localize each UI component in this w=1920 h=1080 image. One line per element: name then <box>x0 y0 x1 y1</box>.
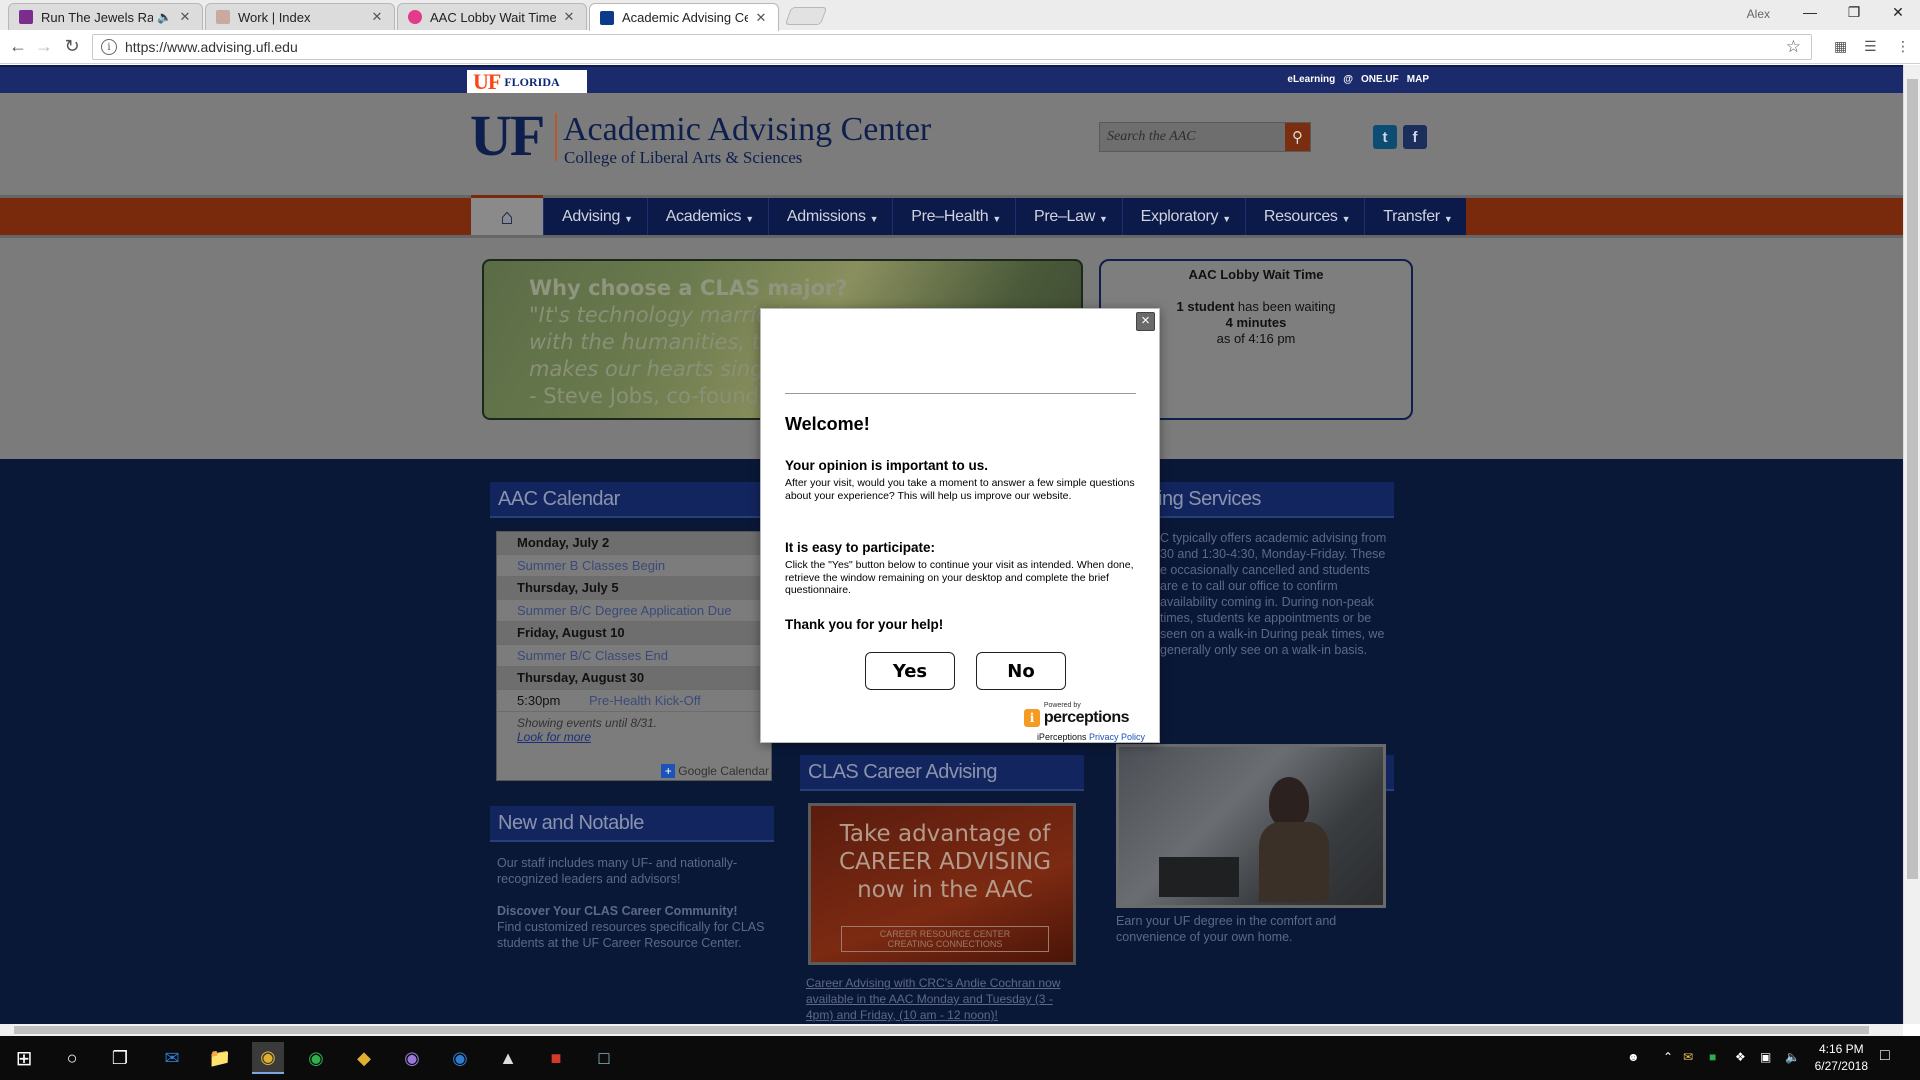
filezilla-icon[interactable]: ■ <box>540 1042 572 1074</box>
yes-button[interactable]: Yes <box>865 652 955 690</box>
tab-title: Academic Advising Cente <box>622 10 748 25</box>
back-icon[interactable]: ← <box>6 36 30 57</box>
chrome-icon[interactable]: ◉ <box>252 1042 284 1074</box>
modal-divider <box>785 393 1136 394</box>
close-icon[interactable]: × <box>1136 312 1155 331</box>
powered-by: Powered by i perceptions <box>1023 702 1130 727</box>
notifications-icon[interactable]: □ <box>1880 1047 1890 1065</box>
info-icon[interactable]: i <box>101 39 117 55</box>
scroll-thumb[interactable] <box>1907 79 1918 879</box>
tab-title: Run The Jewels Radio <box>41 9 154 25</box>
forward-icon[interactable]: → <box>32 36 56 57</box>
close-tab-icon[interactable]: ✕ <box>562 9 576 25</box>
scroll-thumb[interactable] <box>14 1026 1869 1034</box>
modal-heading: It is easy to participate: <box>785 540 936 555</box>
app-icon-ship[interactable]: ▲ <box>492 1042 524 1074</box>
survey-modal: × Welcome! Your opinion is important to … <box>760 308 1160 743</box>
clock-time: 4:16 PM <box>1818 1042 1864 1056</box>
close-tab-icon[interactable]: ✕ <box>754 10 768 26</box>
modal-heading: Your opinion is important to us. <box>785 458 988 473</box>
privacy-policy-link[interactable]: Privacy Policy <box>1089 732 1145 742</box>
file-explorer-icon[interactable]: 📁 <box>204 1042 236 1074</box>
modal-thanks: Thank you for your help! <box>785 617 944 632</box>
browser-toolbar: ← → ↻ i https://www.advising.ufl.edu ☆ ▦… <box>0 30 1920 64</box>
network-icon[interactable]: ▣ <box>1760 1050 1771 1064</box>
tab-academic-advising[interactable]: Academic Advising Cente ✕ <box>589 3 779 31</box>
tab-favicon <box>19 10 33 24</box>
tab-work-index[interactable]: Work | Index ✕ <box>205 3 395 30</box>
horizontal-scrollbar[interactable] <box>0 1024 1903 1036</box>
people-icon[interactable]: ☻ <box>1627 1050 1640 1064</box>
iperceptions-link[interactable]: iPerceptions <box>1037 732 1087 742</box>
search-icon[interactable]: ○ <box>56 1042 88 1074</box>
windows-start-icon[interactable]: ⊞ <box>8 1042 40 1074</box>
close-tab-icon[interactable]: ✕ <box>370 9 384 25</box>
modal-paragraph: Click the "Yes" button below to continue… <box>785 559 1134 596</box>
modal-welcome: Welcome! <box>785 414 870 434</box>
chevron-up-icon[interactable]: ⌃ <box>1663 1050 1673 1064</box>
menu-icon[interactable]: ⋮ <box>1896 38 1910 55</box>
iperceptions-icon: i <box>1023 709 1040 727</box>
close-tab-icon[interactable]: ✕ <box>178 9 192 25</box>
clock-date: 6/27/2018 <box>1814 1059 1868 1073</box>
extension-icon[interactable]: ☰ <box>1864 38 1877 55</box>
app-icon-purple[interactable]: ◉ <box>396 1042 428 1074</box>
speaker-icon[interactable]: 🔈 <box>157 10 172 24</box>
tab-strip: Run The Jewels Radio 🔈 ✕ Work | Index ✕ … <box>0 0 1920 31</box>
taskbar: ⊞ ○ ❐ ✉ 📁 ◉ ◉ ◆ ◉ ◉ ▲ ■ □ ☻ ⌃ ✉ ■ ❖ ▣ 🔈 … <box>0 1036 1920 1080</box>
perceptions-logo: i perceptions <box>1023 709 1130 727</box>
app-icon-green[interactable]: ◉ <box>300 1042 332 1074</box>
new-tab-button[interactable] <box>784 7 828 25</box>
powered-by-label: Powered by <box>1043 702 1081 709</box>
system-clock[interactable]: 4:16 PM 6/27/2018 <box>1815 1041 1868 1075</box>
extension-icon[interactable]: ▦ <box>1834 38 1847 55</box>
modal-paragraph: After your visit, would you take a momen… <box>785 477 1135 502</box>
tab-title: Work | Index <box>238 9 311 25</box>
app-icon-blue[interactable]: ◉ <box>444 1042 476 1074</box>
app-icon-diamond[interactable]: ◆ <box>348 1042 380 1074</box>
bookmark-star-icon[interactable]: ☆ <box>1786 37 1801 57</box>
tab-favicon <box>600 10 614 25</box>
profile-name[interactable]: Alex <box>1747 7 1770 21</box>
dropbox-icon[interactable]: ❖ <box>1735 1050 1746 1064</box>
url-text: https://www.advising.ufl.edu <box>125 39 298 55</box>
tab-favicon <box>216 10 230 24</box>
modal-footer-links: iPerceptions Privacy Policy <box>1037 732 1145 742</box>
close-window-button[interactable]: ✕ <box>1878 4 1918 21</box>
tab-aac-lobby[interactable]: AAC Lobby Wait Time ✕ <box>397 3 587 30</box>
app-icon-notes[interactable]: □ <box>588 1042 620 1074</box>
reload-icon[interactable]: ↻ <box>60 36 84 57</box>
outlook-icon[interactable]: ✉ <box>156 1042 188 1074</box>
mail-tray-icon[interactable]: ✉ <box>1683 1050 1693 1064</box>
address-bar[interactable]: i https://www.advising.ufl.edu ☆ <box>92 34 1812 60</box>
volume-icon[interactable]: 🔈 <box>1785 1050 1800 1064</box>
vertical-scrollbar[interactable] <box>1903 65 1920 1024</box>
nvidia-icon[interactable]: ■ <box>1709 1050 1716 1064</box>
restore-button[interactable]: ❐ <box>1834 4 1874 21</box>
minimize-button[interactable]: — <box>1790 4 1830 20</box>
no-button[interactable]: No <box>976 652 1066 690</box>
brand-text: perceptions <box>1043 709 1130 726</box>
task-view-icon[interactable]: ❐ <box>104 1042 136 1074</box>
tab-run-the-jewels[interactable]: Run The Jewels Radio 🔈 ✕ <box>8 3 203 30</box>
tab-favicon <box>408 10 422 24</box>
tab-title: AAC Lobby Wait Time <box>430 9 556 25</box>
